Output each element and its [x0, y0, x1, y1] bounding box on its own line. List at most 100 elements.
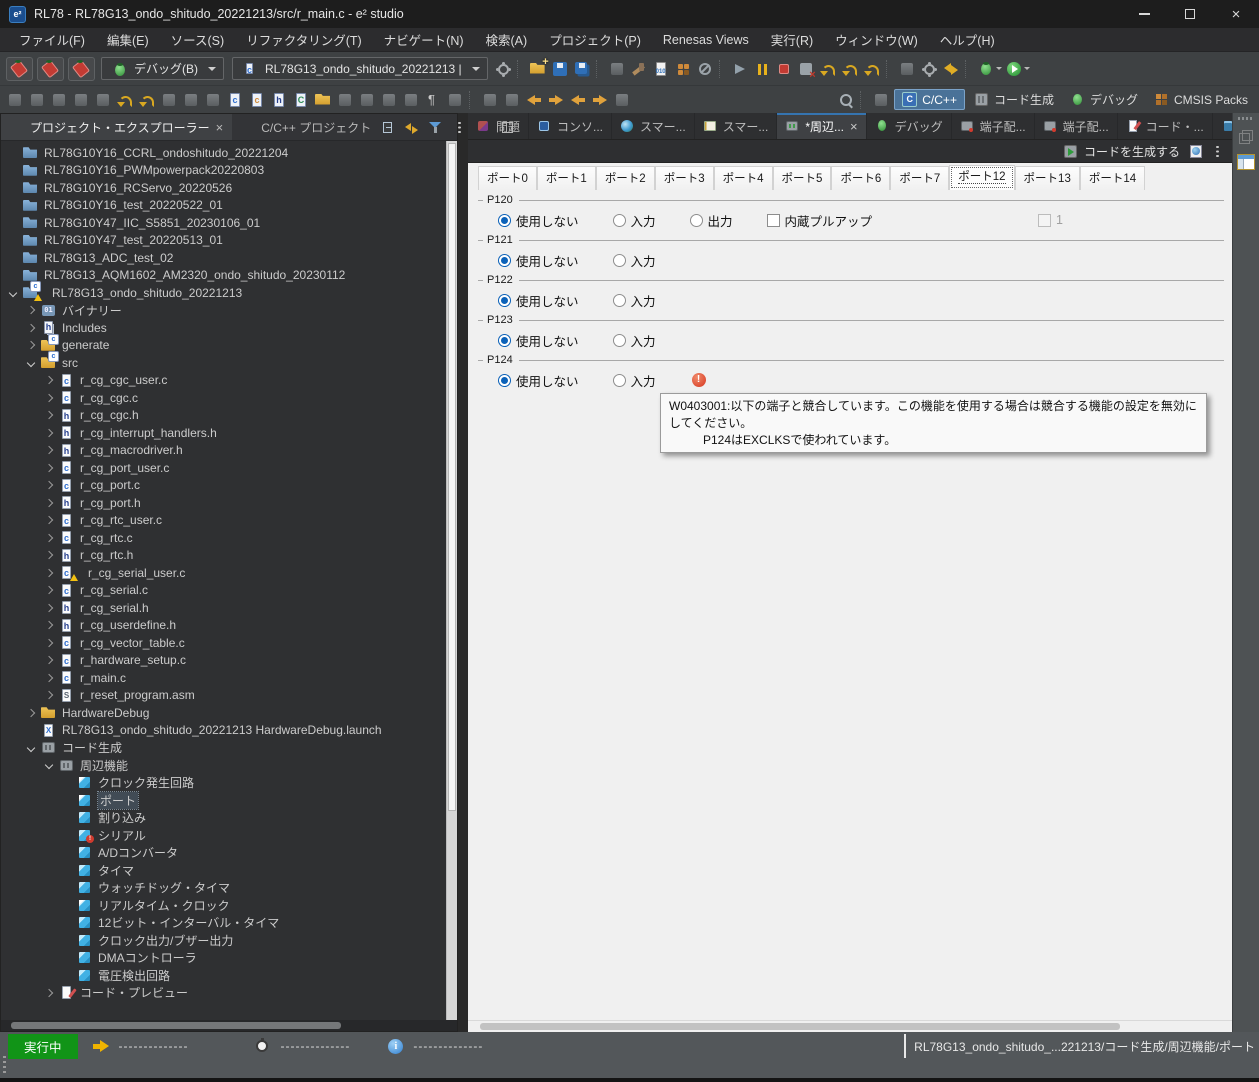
debug-bug-icon[interactable]	[37, 56, 64, 81]
new-wizard-icon[interactable]	[529, 56, 548, 78]
port-option[interactable]: 出力	[689, 211, 733, 230]
expand-chevron-icon[interactable]	[44, 638, 54, 647]
tree-item[interactable]: r_cg_port_user.c	[1, 459, 446, 477]
tree-item[interactable]: ウォッチドッグ・タイマ	[1, 879, 446, 897]
tree-item[interactable]: コード・プレビュー	[1, 984, 446, 1002]
tree-vertical-scrollbar[interactable]	[446, 141, 457, 1020]
tree-item[interactable]: コード生成	[1, 739, 446, 757]
new-class-green-icon[interactable]	[292, 91, 310, 109]
glove-icon[interactable]	[608, 60, 626, 78]
page-revert-icon[interactable]	[116, 91, 134, 109]
tree-item[interactable]: HardwareDebug	[1, 704, 446, 722]
profile-icon[interactable]	[6, 91, 24, 109]
minimized-panel-icon[interactable]	[1237, 154, 1255, 170]
expand-chevron-icon[interactable]	[44, 761, 54, 770]
expand-chevron-icon[interactable]	[44, 673, 54, 682]
new-header-icon[interactable]	[270, 91, 288, 109]
new-cpp-class-icon[interactable]	[248, 91, 266, 109]
radio[interactable]	[498, 253, 511, 267]
tree-item[interactable]: r_cg_rtc.c	[1, 529, 446, 547]
tree-item[interactable]: generate	[1, 333, 446, 355]
menu-item[interactable]: Renesas Views	[652, 30, 760, 50]
hand-icon[interactable]	[160, 91, 178, 109]
port-option[interactable]: 入力	[612, 331, 656, 350]
radio[interactable]	[498, 333, 511, 347]
menu-item[interactable]: リファクタリング(T)	[235, 27, 372, 52]
port-tab[interactable]: ポート7	[890, 166, 950, 190]
port-option[interactable]: 入力	[612, 251, 656, 270]
expand-chevron-icon[interactable]	[44, 988, 54, 997]
tree-item[interactable]: RL78G13_ondo_shitudo_20221213 HardwareDe…	[1, 722, 446, 740]
radio[interactable]	[612, 373, 626, 387]
tree-item[interactable]: r_hardware_setup.c	[1, 652, 446, 670]
tree-item[interactable]: クロック発生回路	[1, 774, 446, 792]
port-option[interactable]: 使用しない	[498, 251, 579, 270]
expand-chevron-icon[interactable]	[44, 516, 54, 525]
new-class-wizard-icon[interactable]	[182, 91, 200, 109]
expand-chevron-icon[interactable]	[44, 533, 54, 542]
port-option[interactable]: 入力	[612, 291, 656, 310]
expand-chevron-icon[interactable]	[44, 656, 54, 665]
radio[interactable]	[498, 213, 511, 227]
chevron-down-icon[interactable]	[1023, 67, 1030, 70]
memory-tiles-icon[interactable]	[674, 60, 692, 78]
tree-item[interactable]: r_cg_macrodriver.h	[1, 442, 446, 460]
port-tab[interactable]: ポート0	[478, 166, 537, 190]
disconnect-icon[interactable]	[797, 60, 816, 81]
expand-chevron-icon[interactable]	[44, 551, 54, 560]
view-tab[interactable]: プロジェクト・エクスプローラー	[1, 114, 233, 140]
radio[interactable]	[498, 293, 511, 307]
expand-chevron-icon[interactable]	[26, 743, 36, 752]
expand-chevron-icon[interactable]	[26, 306, 36, 315]
radio[interactable]	[612, 253, 626, 267]
tree-item[interactable]: r_cg_cgc.c	[1, 389, 446, 407]
tree-item[interactable]: シリアル	[1, 827, 446, 845]
tree-item[interactable]: r_reset_program.asm	[1, 687, 446, 705]
tree-item[interactable]: r_cg_cgc.h	[1, 407, 446, 425]
terminate-icon[interactable]	[68, 56, 95, 81]
forward-icon[interactable]	[591, 91, 609, 109]
gear-icon[interactable]	[494, 60, 512, 78]
expand-chevron-icon[interactable]	[44, 691, 54, 700]
tree-item[interactable]: RL78G10Y16_CCRL_ondoshitudo_20221204	[1, 144, 446, 162]
scrollbar-thumb[interactable]	[448, 143, 456, 812]
expand-chevron-icon[interactable]	[44, 568, 54, 577]
expand-chevron-icon[interactable]	[44, 393, 54, 402]
back-yellow-icon[interactable]	[525, 91, 543, 109]
tree-item[interactable]: RL78G10Y47_IIC_S5851_20230106_01	[1, 214, 446, 232]
perspective-button[interactable]: デバッグ	[1063, 89, 1145, 110]
menu-item[interactable]: プロジェクト(P)	[538, 27, 652, 52]
tree-item[interactable]: RL78G13_AQM1602_AM2320_ondo_shitudo_2023…	[1, 267, 446, 285]
port-tab[interactable]: ポート6	[831, 166, 891, 190]
view-menu-icon[interactable]	[452, 120, 467, 135]
tree-item[interactable]: クロック出力/ブザー出力	[1, 932, 446, 950]
expand-chevron-icon[interactable]	[26, 358, 36, 367]
tree-item[interactable]: r_cg_port.h	[1, 494, 446, 512]
radio[interactable]	[612, 293, 626, 307]
editor-tab[interactable]: 端子配...	[1035, 113, 1118, 139]
prev-edit-icon[interactable]	[503, 91, 521, 109]
link-editor-icon[interactable]	[404, 120, 419, 135]
tree-item[interactable]: r_cg_serial_user.c	[1, 564, 446, 582]
generate-code-button[interactable]: コードを生成する	[1063, 143, 1180, 160]
menu-item[interactable]: ヘルプ(H)	[929, 27, 1006, 52]
port-tab[interactable]: ポート4	[713, 166, 773, 190]
copy-page-icon[interactable]	[380, 91, 398, 109]
radio[interactable]	[612, 213, 626, 227]
tree-item[interactable]: ポート	[1, 790, 446, 810]
radio[interactable]	[498, 373, 511, 387]
tree-item[interactable]: A/Dコンバータ	[1, 844, 446, 862]
editor-horizontal-scrollbar[interactable]	[468, 1020, 1232, 1032]
expand-chevron-icon[interactable]	[44, 481, 54, 490]
tree-item[interactable]: タイマ	[1, 862, 446, 880]
tree-item[interactable]: バイナリー	[1, 302, 446, 320]
import-icon[interactable]	[446, 91, 464, 109]
view-tab[interactable]: C/C++ プロジェクト	[232, 114, 380, 140]
new-c-file-icon[interactable]	[226, 91, 244, 109]
editor-tab[interactable]: スマー...	[612, 113, 695, 139]
menu-item[interactable]: ソース(S)	[160, 27, 236, 52]
editor-tab[interactable]: コンソ...	[529, 113, 613, 139]
port-option[interactable]: 入力	[612, 371, 656, 390]
tree-item[interactable]: src	[1, 351, 446, 372]
tree-item[interactable]: RL78G10Y16_RCServo_20220526	[1, 179, 446, 197]
